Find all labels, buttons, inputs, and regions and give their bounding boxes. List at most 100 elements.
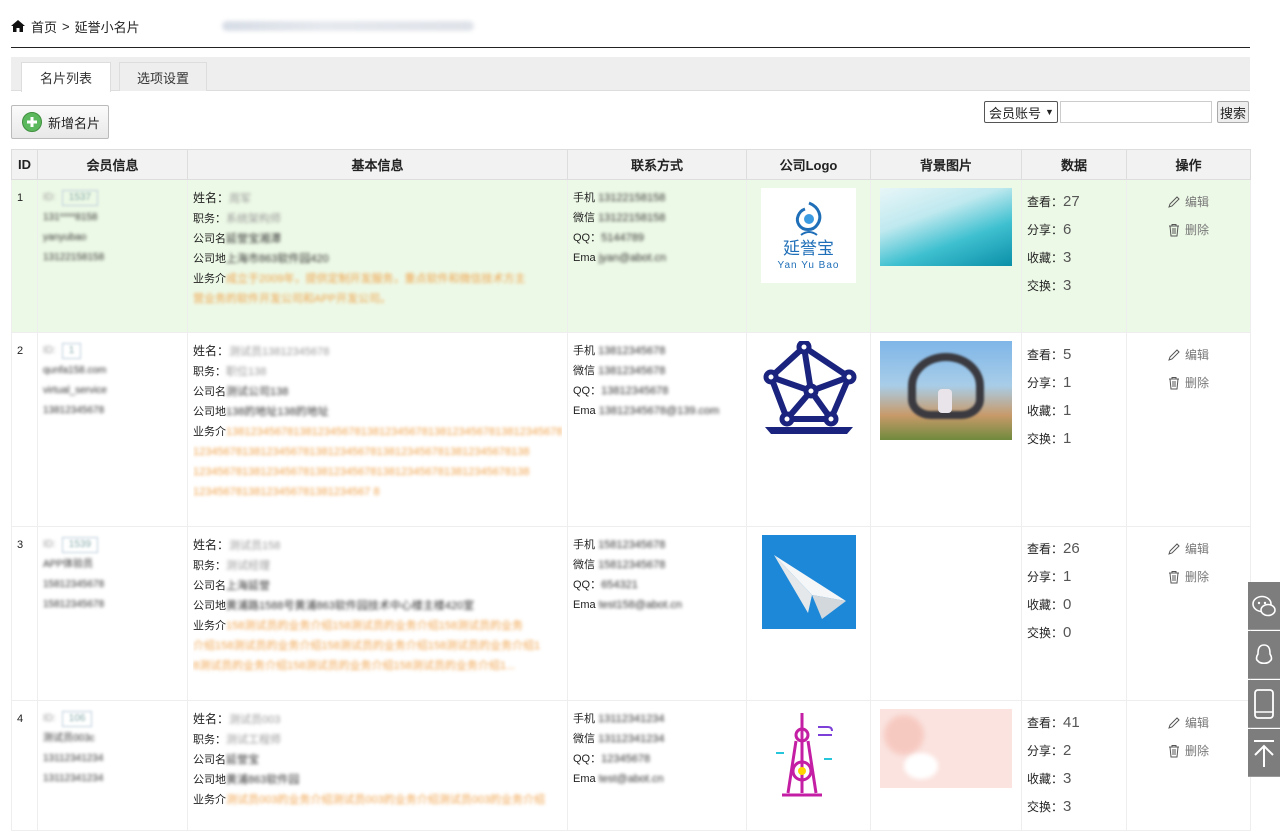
edit-button[interactable]: 编辑 bbox=[1167, 709, 1245, 737]
fav-count: 0 bbox=[1063, 596, 1072, 613]
member-info: ID: 1539 APP体验员 15812345678 15812345678 bbox=[37, 526, 188, 701]
table-row: 4 ID: 106 测试员003c 13112341234 13112341234… bbox=[11, 700, 1251, 831]
chevron-down-icon: ▼ bbox=[1045, 107, 1054, 117]
search-input[interactable] bbox=[1060, 101, 1212, 123]
contact-wechat: 13812345678 bbox=[598, 365, 666, 377]
add-card-button[interactable]: 新增名片 bbox=[11, 105, 109, 139]
card-company: 测试公司138 bbox=[226, 386, 289, 398]
wechat-icon bbox=[1252, 595, 1276, 616]
search-bar: 会员账号 ▼ 搜索 bbox=[984, 101, 1249, 123]
address-label: 公司地 bbox=[193, 600, 226, 612]
phone-label: 手机 bbox=[573, 345, 595, 357]
delete-label: 删除 bbox=[1185, 376, 1210, 390]
member-nickname: qunfa158.com bbox=[43, 365, 107, 376]
delete-label: 删除 bbox=[1185, 570, 1210, 584]
delete-button[interactable]: 删除 bbox=[1167, 369, 1245, 397]
member-phone: 13812345678 bbox=[43, 405, 105, 416]
card-business: 成立于2009年，提供定制开发服务，重点软件和微信技术方主 bbox=[226, 273, 526, 285]
view-label: 查看： bbox=[1027, 195, 1064, 209]
bg-thumbnail bbox=[880, 709, 1012, 788]
card-job: 测试经理 bbox=[226, 560, 270, 572]
row-id: 4 bbox=[11, 700, 38, 831]
contact-phone: 13812345678 bbox=[598, 345, 666, 357]
network-logo-icon bbox=[763, 341, 856, 434]
card-name: 周军 bbox=[229, 193, 252, 205]
email-label: Ema bbox=[573, 405, 596, 417]
stats: 查看：41 分享：2 收藏：3 交换：3 bbox=[1021, 700, 1127, 831]
share-count: 6 bbox=[1063, 221, 1072, 238]
fav-count: 3 bbox=[1063, 249, 1072, 266]
pencil-icon bbox=[1168, 717, 1180, 729]
member-id: 1 bbox=[61, 343, 82, 359]
name-label: 姓名： bbox=[193, 538, 230, 552]
card-business-cont: 1234567813812345678138123456781381234567… bbox=[193, 446, 530, 458]
card-name: 测试员158 bbox=[229, 540, 281, 552]
wechat-float-button[interactable] bbox=[1248, 582, 1280, 630]
search-select-value: 会员账号 bbox=[989, 105, 1042, 121]
arrow-up-icon bbox=[1254, 739, 1274, 767]
qq-label: QQ： bbox=[573, 385, 602, 397]
job-label: 职务： bbox=[193, 213, 226, 225]
member-id: 1539 bbox=[61, 537, 99, 553]
contact-phone: 13112341234 bbox=[598, 713, 665, 725]
name-label: 姓名： bbox=[193, 191, 230, 205]
contact-email: test@abot.cn bbox=[598, 773, 664, 785]
business-label: 业务介 bbox=[193, 426, 226, 438]
qq-label: QQ： bbox=[573, 232, 602, 244]
edit-label: 编辑 bbox=[1185, 195, 1210, 209]
delete-label: 删除 bbox=[1185, 223, 1210, 237]
breadcrumb-current: 延誉小名片 bbox=[74, 19, 140, 35]
breadcrumb-home[interactable]: 首页 bbox=[31, 17, 57, 36]
header-divider bbox=[11, 47, 1250, 48]
swap-count: 3 bbox=[1063, 277, 1072, 294]
contact-qq: 12345678 bbox=[601, 753, 651, 765]
actions: 编辑 删除 bbox=[1126, 179, 1251, 333]
view-label: 查看： bbox=[1027, 716, 1064, 730]
search-button[interactable]: 搜索 bbox=[1217, 101, 1249, 123]
trash-icon bbox=[1169, 377, 1179, 390]
card-job: 系统架构师 bbox=[226, 213, 281, 225]
delete-button[interactable]: 删除 bbox=[1167, 563, 1245, 591]
view-count: 5 bbox=[1063, 346, 1072, 363]
card-job: 测试工程师 bbox=[226, 734, 281, 746]
delete-button[interactable]: 删除 bbox=[1167, 737, 1245, 765]
wechat-label: 微信 bbox=[573, 212, 595, 224]
card-business-cont: 1234567813812345678138123456781381234567… bbox=[193, 466, 530, 478]
edit-button[interactable]: 编辑 bbox=[1167, 341, 1245, 369]
mobile-float-button[interactable] bbox=[1248, 680, 1280, 728]
edit-button[interactable]: 编辑 bbox=[1167, 188, 1245, 216]
search-field-select[interactable]: 会员账号 ▼ bbox=[984, 101, 1058, 123]
wechat-label: 微信 bbox=[573, 559, 595, 571]
col-member: 会员信息 bbox=[37, 149, 188, 180]
qq-float-button[interactable] bbox=[1248, 631, 1280, 679]
share-label: 分享： bbox=[1027, 570, 1064, 584]
delete-button[interactable]: 删除 bbox=[1167, 216, 1245, 244]
edit-button[interactable]: 编辑 bbox=[1167, 535, 1245, 563]
tab-card-list[interactable]: 名片列表 bbox=[21, 62, 111, 92]
col-background: 背景图片 bbox=[870, 149, 1022, 180]
home-icon bbox=[11, 20, 25, 32]
card-business-cont: 营业务的软件开发公司和APP开发公司。 bbox=[193, 293, 392, 305]
row-id: 1 bbox=[11, 179, 38, 333]
basic-info: 姓名：测试员13812345678 职务：职位138 公司名测试公司138 公司… bbox=[187, 332, 568, 527]
stats: 查看：27 分享：6 收藏：3 交换：3 bbox=[1021, 179, 1127, 333]
qq-icon bbox=[1255, 643, 1273, 664]
tab-options[interactable]: 选项设置 bbox=[119, 62, 207, 91]
actions: 编辑 删除 bbox=[1126, 700, 1251, 831]
contact-email: test158@abot.cn bbox=[598, 599, 683, 611]
share-label: 分享： bbox=[1027, 744, 1064, 758]
business-label: 业务介 bbox=[193, 273, 226, 285]
back-to-top-button[interactable] bbox=[1248, 729, 1280, 777]
tv-tower-icon bbox=[775, 713, 833, 797]
contact-wechat: 13122158158 bbox=[598, 212, 666, 224]
col-contact: 联系方式 bbox=[567, 149, 747, 180]
bg-thumbnail bbox=[880, 341, 1012, 440]
breadcrumb: 首页 > 延誉小名片 bbox=[11, 14, 474, 38]
view-count: 41 bbox=[1063, 714, 1080, 731]
table-row: 3 ID: 1539 APP体验员 15812345678 15812345678… bbox=[11, 526, 1251, 701]
share-label: 分享： bbox=[1027, 376, 1064, 390]
member-account: 13112341234 bbox=[43, 753, 104, 764]
card-business-cont: 8测试员的业务介绍158测试员的业务介绍158测试员的业务介绍1... bbox=[193, 660, 516, 672]
contact-phone: 13122158158 bbox=[598, 192, 666, 204]
edit-label: 编辑 bbox=[1185, 716, 1210, 730]
